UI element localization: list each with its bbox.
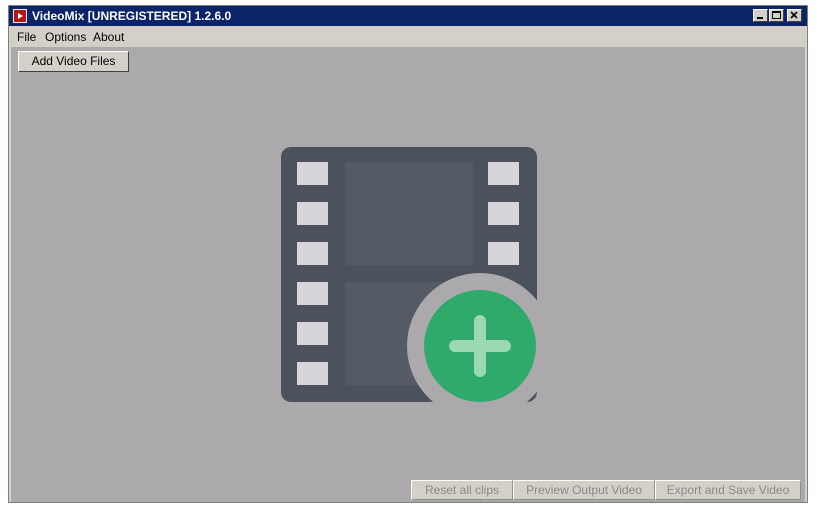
film-strip-add-icon[interactable] xyxy=(281,147,541,405)
maximize-icon xyxy=(772,11,781,19)
menu-about[interactable]: About xyxy=(93,30,124,44)
preview-output-video-button[interactable]: Preview Output Video xyxy=(513,480,655,500)
maximize-button[interactable] xyxy=(769,9,784,22)
minimize-icon xyxy=(757,17,763,19)
title-bar[interactable]: VideoMix [UNREGISTERED] 1.2.6.0 xyxy=(9,6,807,26)
export-save-video-button[interactable]: Export and Save Video xyxy=(655,480,801,500)
videomix-app-icon[interactable] xyxy=(13,9,27,23)
close-button[interactable] xyxy=(787,9,802,22)
main-drop-area[interactable]: Add Video Files Reset all clips Preview … xyxy=(11,47,805,502)
reset-all-clips-button[interactable]: Reset all clips xyxy=(411,480,513,500)
close-icon xyxy=(790,11,798,19)
minimize-button[interactable] xyxy=(753,9,768,22)
add-video-files-button[interactable]: Add Video Files xyxy=(18,51,129,72)
window-title: VideoMix [UNREGISTERED] 1.2.6.0 xyxy=(32,9,232,23)
menu-bar: File Options About xyxy=(9,27,807,46)
menu-file[interactable]: File xyxy=(17,30,36,44)
menu-options[interactable]: Options xyxy=(45,30,86,44)
app-window: VideoMix [UNREGISTERED] 1.2.6.0 File Opt… xyxy=(8,5,808,503)
